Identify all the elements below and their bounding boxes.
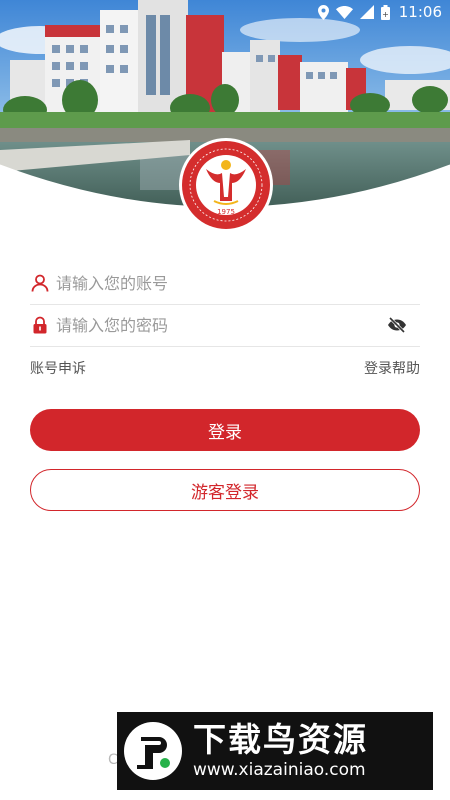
signal-icon [359,5,374,19]
watermark-banner: 下载鸟资源 www.xiazainiao.com [117,712,433,790]
password-field[interactable] [30,304,420,347]
wifi-icon [335,5,353,19]
password-input[interactable] [56,315,386,335]
login-screen: + 11:06 1975 请输入您的账号 账号申诉 登录帮助 登录 游客登录 C… [0,0,450,800]
watermark-title: 下载鸟资源 [193,720,368,759]
watermark-logo-icon [123,721,183,781]
account-field[interactable] [30,262,420,305]
status-time: 11:06 [398,3,442,21]
status-bar: + 11:06 [317,0,450,24]
eye-off-icon[interactable] [386,314,408,336]
svg-text:+: + [382,10,389,19]
lock-icon [30,315,50,335]
account-input[interactable] [56,273,420,293]
school-emblem: 1975 [178,137,274,233]
watermark-url: www.xiazainiao.com [193,760,366,780]
helper-links: 账号申诉 登录帮助 [30,358,420,378]
account-appeal-link[interactable]: 账号申诉 [30,358,86,378]
emblem-year: 1975 [217,208,235,216]
login-help-link[interactable]: 登录帮助 [364,358,420,378]
battery-icon: + [380,4,390,20]
location-icon [317,4,329,20]
user-icon [30,273,50,293]
guest-login-button[interactable]: 游客登录 [30,469,420,511]
login-button[interactable]: 登录 [30,409,420,451]
